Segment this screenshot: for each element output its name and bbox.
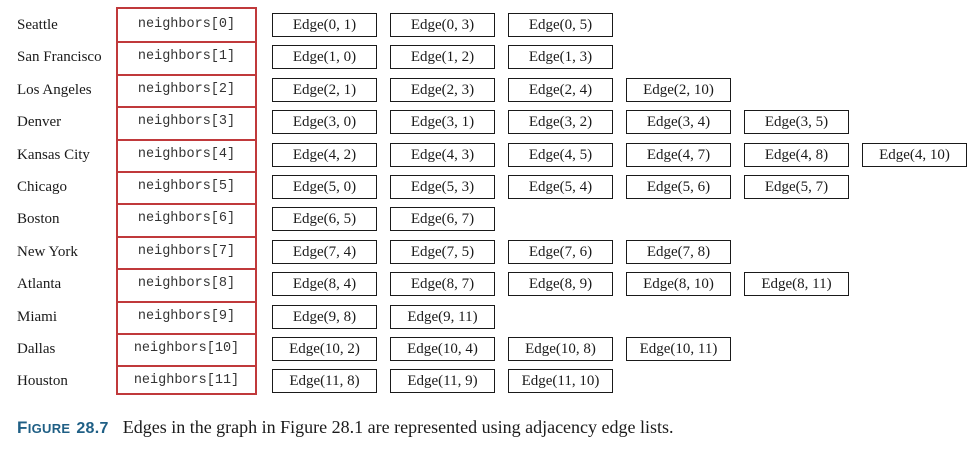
- neighbors-cell-divider: [116, 268, 257, 271]
- edge-node: Edge(4, 5): [508, 142, 613, 167]
- edge-node: Edge(3, 4): [626, 110, 731, 135]
- edge-node: Edge(5, 3): [390, 175, 495, 199]
- edge-node: Edge(1, 0): [272, 45, 377, 70]
- edge-node: Edge(1, 3): [508, 45, 613, 70]
- adjacency-edge-list-figure: Seattle neighbors[0] Edge(0, 1) Edge(0, 3) E…: [0, 0, 974, 449]
- neighbors-cell-divider: [116, 171, 257, 173]
- neighbors-cell: neighbors[7]: [137, 243, 236, 259]
- edge-node: Edge(1, 2): [390, 45, 495, 70]
- edge-node: Edge(3, 1): [390, 110, 495, 135]
- neighbors-cell: neighbors[6]: [137, 211, 236, 227]
- edge-node: Edge(0, 3): [390, 13, 495, 37]
- edge-node: Edge(5, 7): [744, 175, 849, 199]
- neighbors-cell: neighbors[3]: [137, 114, 236, 130]
- edge-node: Edge(3, 5): [744, 110, 849, 135]
- city-label: San Francisco: [17, 49, 102, 66]
- edge-node: Edge(0, 1): [272, 13, 377, 37]
- figure-label-initial: F: [17, 418, 28, 437]
- neighbors-cell-divider: [116, 73, 257, 76]
- edge-node: Edge(5, 4): [508, 175, 613, 199]
- figure-number: 28.7: [76, 420, 109, 437]
- edge-node: Edge(7, 8): [626, 239, 731, 264]
- edge-node: Edge(8, 9): [508, 272, 613, 297]
- neighbors-cell: neighbors[5]: [137, 179, 236, 194]
- edge-node: Edge(11, 8): [272, 369, 377, 394]
- edge-node: Edge(4, 3): [390, 142, 495, 167]
- edge-node: Edge(8, 10): [626, 272, 731, 297]
- edge-node: Edge(0, 5): [508, 13, 613, 37]
- city-label: Kansas City: [17, 146, 90, 163]
- edge-node: Edge(3, 2): [508, 110, 613, 135]
- figure-caption-text: Edges in the graph in Figure 28.1 are re…: [122, 417, 674, 437]
- neighbors-cell: neighbors[2]: [137, 81, 236, 97]
- edge-node: Edge(5, 6): [626, 175, 731, 199]
- city-label: Los Angeles: [17, 81, 92, 98]
- edge-node: Edge(8, 7): [390, 272, 495, 297]
- city-label: Seattle: [17, 17, 58, 33]
- edge-node: Edge(7, 6): [508, 239, 613, 264]
- edge-node: Edge(2, 4): [508, 77, 613, 102]
- figure-label: FIGURE: [17, 418, 71, 437]
- city-label: Atlanta: [17, 276, 62, 293]
- edge-node: Edge(9, 11): [390, 304, 495, 329]
- figure-label-rest: IGURE: [27, 421, 71, 436]
- edge-node: Edge(2, 10): [626, 77, 731, 102]
- city-label: New York: [17, 243, 78, 260]
- edge-node: Edge(4, 7): [626, 142, 731, 167]
- edge-node: Edge(2, 1): [272, 77, 377, 102]
- edge-node: Edge(8, 11): [744, 272, 849, 297]
- edge-node: Edge(10, 4): [390, 337, 495, 361]
- edge-node: Edge(8, 4): [272, 272, 377, 297]
- edge-node: Edge(4, 10): [862, 142, 967, 167]
- edge-node: Edge(9, 8): [272, 304, 377, 329]
- edge-node: Edge(6, 5): [272, 207, 377, 232]
- neighbors-cell: neighbors[11]: [133, 373, 240, 389]
- neighbors-cell: neighbors[9]: [137, 308, 236, 324]
- city-label: Dallas: [17, 341, 56, 357]
- edge-node: Edge(5, 0): [272, 175, 377, 199]
- edge-node: Edge(6, 7): [390, 207, 495, 232]
- edge-node: Edge(10, 2): [272, 337, 377, 361]
- neighbors-cell-divider: [116, 138, 257, 141]
- edge-node: Edge(2, 3): [390, 77, 495, 102]
- city-label: Miami: [17, 308, 57, 325]
- edge-node: Edge(7, 5): [390, 239, 495, 264]
- city-label: Chicago: [17, 179, 67, 195]
- neighbors-cell-divider: [116, 41, 257, 44]
- city-label: Houston: [17, 373, 68, 390]
- edge-node: Edge(11, 9): [390, 369, 495, 394]
- neighbors-cell-divider: [116, 300, 257, 303]
- neighbors-cell-divider: [116, 203, 257, 206]
- edge-node: Edge(11, 10): [508, 369, 613, 394]
- edge-node: Edge(10, 11): [626, 337, 731, 361]
- edge-node: Edge(4, 8): [744, 142, 849, 167]
- figure-caption: FIGURE 28.7 Edges in the graph in Figure 2…: [17, 417, 674, 443]
- city-label: Denver: [17, 114, 62, 131]
- neighbors-cell: neighbors[4]: [137, 146, 236, 162]
- edge-node: Edge(10, 8): [508, 337, 613, 361]
- city-label: Boston: [17, 211, 60, 228]
- neighbors-cell-divider: [116, 235, 257, 238]
- neighbors-cell-divider: [116, 333, 257, 335]
- neighbors-cell-divider: [116, 365, 257, 368]
- edge-node: Edge(7, 4): [272, 239, 377, 264]
- neighbors-cell: neighbors[0]: [137, 17, 236, 32]
- neighbors-cell: neighbors[1]: [137, 49, 236, 65]
- neighbors-cell: neighbors[10]: [133, 341, 240, 356]
- edge-node: Edge(3, 0): [272, 110, 377, 135]
- neighbors-cell-divider: [116, 106, 257, 109]
- neighbors-cell: neighbors[8]: [137, 276, 236, 292]
- edge-node: Edge(4, 2): [272, 142, 377, 167]
